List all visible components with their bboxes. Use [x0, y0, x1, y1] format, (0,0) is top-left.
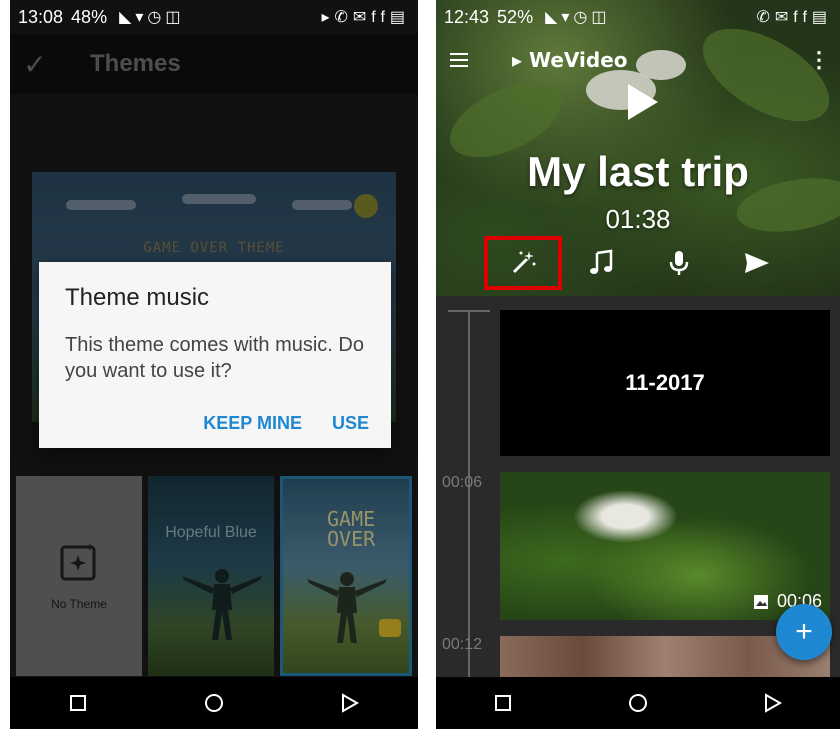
theme-music-dialog: Theme music This theme comes with music.… — [39, 262, 391, 448]
status-time: 12:43 — [444, 6, 490, 27]
keep-mine-button[interactable]: KEEP MINE — [203, 413, 302, 434]
timeline-timestamp: 00:06 — [442, 474, 483, 491]
project-duration: 01:38 — [605, 204, 671, 234]
right-phone-screen: 12:43 52% ◣▾◷◫ ✆✉ff▤ ▸ WeVideo ⋮ My last… — [436, 0, 840, 729]
navigation-bar — [10, 677, 418, 729]
magic-wand-icon — [512, 251, 536, 274]
home-button[interactable] — [613, 683, 663, 723]
square-icon — [495, 695, 512, 711]
send-icon — [745, 253, 769, 273]
project-title: My last trip — [527, 148, 749, 195]
voiceover-tool-button[interactable] — [640, 236, 718, 290]
wevideo-logo: ▸ WeVideo — [512, 48, 628, 72]
microphone-icon — [669, 251, 689, 275]
theme-tool-button[interactable] — [484, 236, 562, 290]
triangle-icon — [764, 693, 782, 713]
notification-icons: ✆✉ff▤ — [756, 9, 832, 26]
app-toolbar: ▸ WeVideo ⋮ — [436, 38, 840, 82]
battery-level: 48% — [71, 6, 108, 27]
dialog-title: Theme music — [65, 284, 210, 311]
project-tools — [484, 236, 840, 292]
circle-icon — [205, 694, 223, 712]
music-note-icon — [590, 249, 613, 274]
image-icon — [753, 594, 768, 609]
signal-icons: ◣▾◷◫ — [545, 9, 611, 26]
music-tool-button[interactable] — [562, 236, 640, 290]
back-button[interactable] — [748, 683, 798, 723]
left-phone-screen: 13:08 48% ◣▾◷◫ ▸✆✉ff▤ ✓ Themes GAME OVER… — [10, 0, 418, 729]
battery-level: 52% — [497, 6, 534, 27]
play-icon[interactable] — [628, 84, 658, 120]
text-clip[interactable]: 11-2017 — [500, 310, 830, 456]
photo-clip[interactable]: 00:06 — [500, 472, 830, 620]
use-button[interactable]: USE — [332, 413, 369, 434]
home-button[interactable] — [189, 683, 239, 723]
add-media-button[interactable]: + — [776, 604, 832, 660]
notification-icons: ▸✆✉ff▤ — [321, 9, 410, 26]
signal-icons: ◣▾◷◫ — [119, 9, 185, 26]
timeline-axis — [468, 310, 470, 677]
circle-icon — [628, 694, 647, 712]
text-clip-label: 11-2017 — [625, 370, 705, 395]
recents-button[interactable] — [53, 683, 103, 723]
dialog-message: This theme comes with music. Do you want… — [65, 334, 364, 382]
status-bar: 13:08 48% ◣▾◷◫ ▸✆✉ff▤ — [10, 0, 418, 34]
navigation-bar — [436, 677, 840, 729]
menu-icon[interactable] — [436, 53, 482, 67]
status-bar: 12:43 52% ◣▾◷◫ ✆✉ff▤ — [436, 0, 840, 34]
more-options-icon[interactable]: ⋮ — [808, 47, 830, 73]
triangle-icon — [342, 693, 360, 713]
logo-text: WeVideo — [529, 48, 628, 72]
recents-button[interactable] — [478, 683, 528, 723]
status-time: 13:08 — [18, 6, 64, 27]
back-button[interactable] — [325, 683, 375, 723]
share-tool-button[interactable] — [718, 236, 796, 290]
square-icon — [70, 695, 86, 711]
dialog-actions: KEEP MINE USE — [203, 413, 369, 434]
timeline-timestamp: 00:12 — [442, 636, 483, 653]
